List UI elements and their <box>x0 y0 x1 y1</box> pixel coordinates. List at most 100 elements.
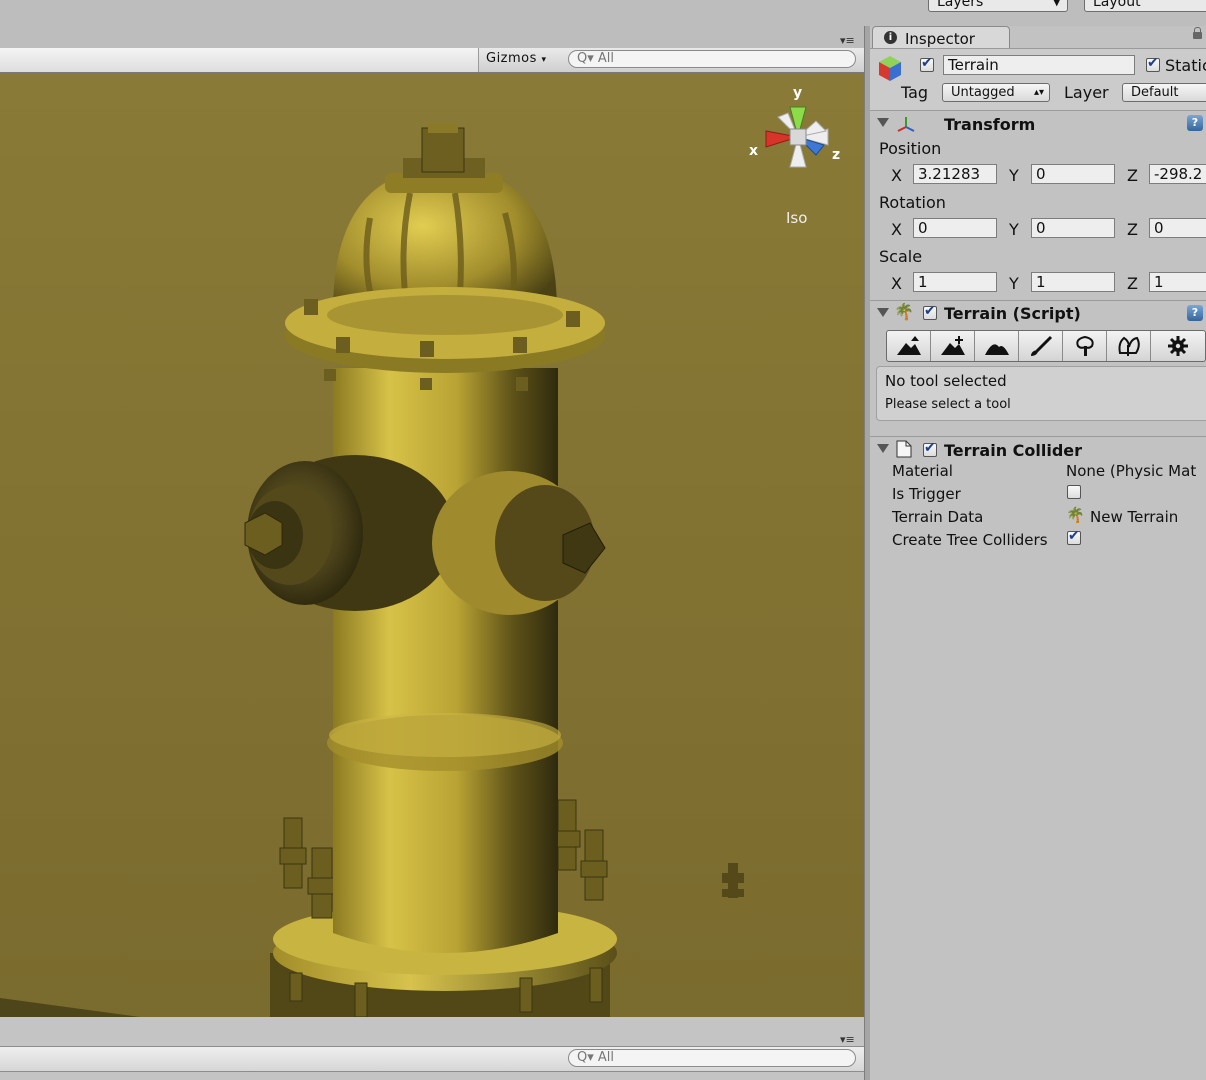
terrain-collider-enabled-checkbox[interactable] <box>923 440 937 457</box>
scale-z-label[interactable]: Z <box>1127 274 1138 293</box>
lock-icon[interactable] <box>1193 27 1202 39</box>
view-mode-label[interactable]: Iso <box>786 209 807 227</box>
tag-value: Untagged <box>951 85 1015 100</box>
scale-x-label[interactable]: X <box>891 274 902 293</box>
axis-x-label: x <box>749 143 759 159</box>
material-value-field[interactable]: None (Physic Mat <box>1066 462 1196 480</box>
scale-y-field[interactable]: 1 <box>1031 272 1115 292</box>
place-trees-tool-button[interactable] <box>1063 331 1107 361</box>
layout-dropdown[interactable]: Layout <box>1084 0 1206 12</box>
updown-arrows-icon: ▴▾ <box>1033 87 1044 98</box>
help-icon[interactable]: ? <box>1187 305 1203 321</box>
paint-texture-tool-button[interactable] <box>1019 331 1063 361</box>
foldout-arrow-icon[interactable] <box>877 118 889 127</box>
terrain-collider-title: Terrain Collider <box>944 441 1083 460</box>
tag-dropdown[interactable]: Untagged ▴▾ <box>942 83 1050 102</box>
is-trigger-label: Is Trigger <box>892 485 961 503</box>
scene-search-input[interactable]: Q▾ All <box>568 50 856 68</box>
paint-texture-icon <box>1030 335 1052 356</box>
static-label: Static <box>1165 56 1206 75</box>
scale-y-label[interactable]: Y <box>1009 274 1019 293</box>
inspector-panel: i Inspector Terrain Static Tag Untagged … <box>870 26 1206 1080</box>
scale-z-field[interactable]: 1 <box>1149 272 1206 292</box>
tab-inspector-label: Inspector <box>905 30 975 48</box>
position-y-label[interactable]: Y <box>1009 166 1019 185</box>
smooth-height-tool-button[interactable] <box>975 331 1019 361</box>
axis-z-label: z <box>832 147 841 163</box>
layer-dropdown[interactable]: Default <box>1122 83 1206 102</box>
create-tree-colliders-checkbox[interactable] <box>1067 528 1081 545</box>
gameobject-active-checkbox[interactable] <box>920 55 934 72</box>
document-icon <box>896 440 912 458</box>
transform-header[interactable]: Transform ? <box>870 110 1206 135</box>
rotation-y-label[interactable]: Y <box>1009 220 1019 239</box>
tool-status-body: Please select a tool <box>885 397 1011 412</box>
position-y-field[interactable]: 0 <box>1031 164 1115 184</box>
smooth-height-icon <box>984 344 1009 355</box>
tag-label: Tag <box>901 83 929 102</box>
gameobject-header: Terrain Static Tag Untagged ▴▾ Layer Def… <box>870 48 1206 111</box>
terrain-data-value-field[interactable]: New Terrain <box>1090 508 1178 526</box>
scale-x-field[interactable]: 1 <box>913 272 997 292</box>
rotation-z-label[interactable]: Z <box>1127 220 1138 239</box>
gizmos-button[interactable]: Gizmos ▾ <box>486 51 547 66</box>
terrain-script-header[interactable]: 🌴 Terrain (Script) ? <box>870 300 1206 325</box>
raise-lower-icon <box>896 336 921 355</box>
position-z-field[interactable]: -298.2 <box>1149 164 1206 184</box>
create-tree-colliders-label: Create Tree Colliders <box>892 531 1048 549</box>
terrain-data-label: Terrain Data <box>892 508 984 526</box>
rotation-x-label[interactable]: X <box>891 220 902 239</box>
gameobject-name-field[interactable]: Terrain <box>943 55 1135 75</box>
layout-label: Layout <box>1093 0 1141 10</box>
foldout-arrow-icon[interactable] <box>877 444 889 453</box>
terrain-collider-header[interactable]: Terrain Collider <box>870 436 1206 461</box>
rotation-x-field[interactable]: 0 <box>913 218 997 238</box>
tab-inspector[interactable]: i Inspector <box>872 26 1010 49</box>
search-icon: Q▾ <box>577 1050 594 1065</box>
console-toolbar: Q▾ All <box>0 1046 864 1072</box>
layers-dropdown[interactable]: Layers ▼ <box>928 0 1068 12</box>
static-checkbox[interactable] <box>1146 55 1160 72</box>
terrain-script-enabled-checkbox[interactable] <box>923 303 937 320</box>
search-placeholder: All <box>597 1050 615 1065</box>
chevron-down-icon: ▼ <box>1052 0 1061 8</box>
palm-tree-icon: 🌴 <box>894 302 914 321</box>
terrain-settings-tool-button[interactable] <box>1151 331 1205 361</box>
rotation-y-field[interactable]: 0 <box>1031 218 1115 238</box>
panel-menu-icon[interactable]: ▾≡ <box>840 1033 855 1046</box>
help-icon[interactable]: ? <box>1187 115 1203 131</box>
scene-tab-strip: ▾≡ <box>0 26 866 48</box>
foldout-arrow-icon[interactable] <box>877 308 889 317</box>
rotation-label: Rotation <box>879 193 946 212</box>
console-search-input[interactable]: Q▾ All <box>568 1049 856 1067</box>
palm-tree-icon: 🌴 <box>1066 506 1085 524</box>
transform-axes-icon <box>897 117 915 132</box>
paint-height-tool-button[interactable] <box>931 331 975 361</box>
axis-y-label: y <box>793 85 803 101</box>
chevron-down-icon: ▾ <box>541 55 547 65</box>
search-icon: Q▾ <box>577 51 594 66</box>
paint-height-icon <box>940 336 965 355</box>
transform-title: Transform <box>944 115 1036 134</box>
top-toolbar: Layers ▼ Layout <box>0 0 1206 26</box>
place-trees-icon <box>1075 335 1094 356</box>
search-placeholder: All <box>597 51 615 66</box>
tool-status-title: No tool selected <box>885 372 1007 390</box>
is-trigger-checkbox[interactable] <box>1067 485 1081 499</box>
gameobject-cube-icon <box>879 56 901 81</box>
position-x-field[interactable]: 3.21283 <box>913 164 997 184</box>
position-label: Position <box>879 139 942 158</box>
panel-menu-icon[interactable]: ▾≡ <box>840 34 855 47</box>
paint-details-tool-button[interactable] <box>1107 331 1151 361</box>
gear-icon <box>1168 336 1188 356</box>
position-x-label[interactable]: X <box>891 166 902 185</box>
rotation-z-field[interactable]: 0 <box>1149 218 1206 238</box>
orientation-gizmo[interactable] <box>746 87 846 187</box>
raise-lower-tool-button[interactable] <box>887 331 931 361</box>
position-z-label[interactable]: Z <box>1127 166 1138 185</box>
material-label: Material <box>892 462 953 480</box>
layers-label: Layers <box>937 0 984 10</box>
scene-viewport[interactable]: y x z Iso <box>0 73 864 1017</box>
terrain-tool-help-box: No tool selected Please select a tool <box>876 366 1206 421</box>
info-icon: i <box>884 31 897 44</box>
